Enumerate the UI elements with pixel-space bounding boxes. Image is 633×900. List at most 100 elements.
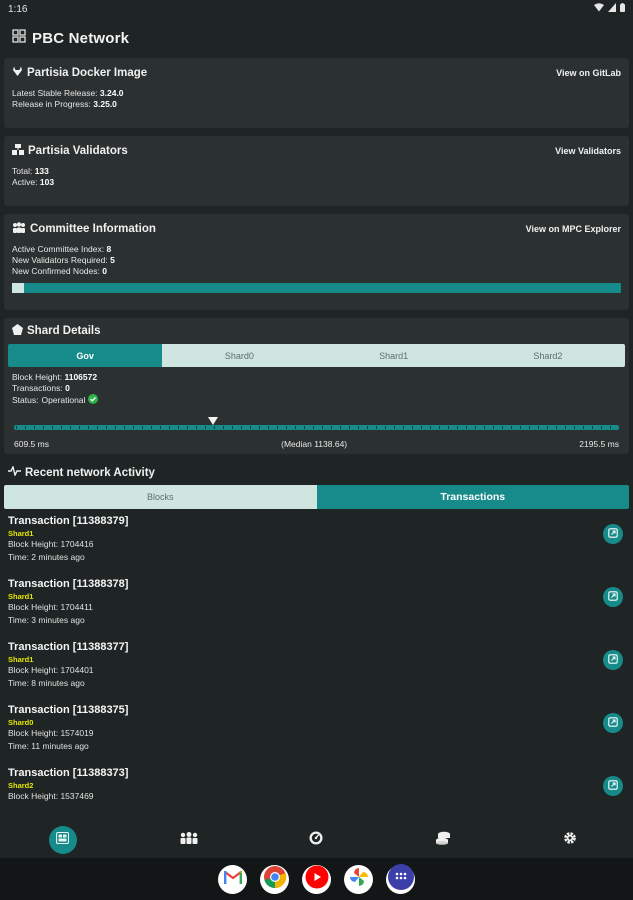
status-time: 1:16 <box>8 3 28 15</box>
slider-median-label: (Median 1138.64) <box>281 439 348 449</box>
active-committee-index: Active Committee Index: 8 <box>12 244 112 254</box>
dashboard-icon <box>12 28 26 48</box>
gitlab-icon <box>12 66 23 80</box>
docker-card: Partisia Docker Image View on GitLab Lat… <box>4 58 629 128</box>
shard-tabs: Gov Shard0 Shard1 Shard2 <box>8 344 625 367</box>
slider-ticks <box>16 426 617 429</box>
view-validators-link[interactable]: View Validators <box>555 146 621 156</box>
open-external-icon <box>608 777 618 795</box>
gmail-app[interactable] <box>218 864 247 894</box>
battery-icon <box>620 3 625 15</box>
validators-total: Total: 133 <box>12 166 49 176</box>
transaction-time: Time: 11 minutes ago <box>8 741 89 751</box>
bottom-navigation <box>0 822 633 858</box>
list-item[interactable]: Transaction [11388373] Shard2 Block Heig… <box>8 761 625 809</box>
transaction-shard: Shard1 <box>8 592 34 601</box>
list-item[interactable]: Transaction [11388375] Shard0 Block Heig… <box>8 698 625 761</box>
gmail-icon <box>223 870 242 889</box>
shard-icon <box>12 324 23 338</box>
system-dock <box>0 858 633 900</box>
speedometer-icon <box>309 831 323 850</box>
tab-shard0[interactable]: Shard0 <box>162 344 317 367</box>
activity-icon <box>8 464 21 479</box>
validators-card-title: Partisia Validators <box>12 144 128 158</box>
transaction-title: Transaction [11388378] <box>8 578 129 590</box>
shard-transactions: Transactions: 0 <box>12 383 70 393</box>
tab-transactions[interactable]: Transactions <box>316 485 629 509</box>
shard-status: Status: Operational <box>12 394 621 407</box>
open-external-button[interactable] <box>603 776 623 796</box>
shard-details-title: Shard Details <box>12 324 621 338</box>
open-external-button[interactable] <box>603 713 623 733</box>
validators-active: Active: 103 <box>12 177 55 187</box>
status-icons <box>594 3 625 15</box>
open-external-icon <box>608 588 618 606</box>
list-item[interactable]: Transaction [11388379] Shard1 Block Heig… <box>8 509 625 572</box>
transaction-block: Block Height: 1537469 <box>8 791 94 801</box>
committee-card-title: Committee Information <box>12 222 156 236</box>
youtube-app[interactable] <box>302 864 331 894</box>
tab-shard2[interactable]: Shard2 <box>470 344 625 367</box>
open-external-icon <box>608 651 618 669</box>
transaction-title: Transaction [11388377] <box>8 641 129 653</box>
list-item[interactable]: Transaction [11388377] Shard1 Block Heig… <box>8 635 625 698</box>
chrome-icon <box>263 865 287 894</box>
youtube-icon <box>305 865 329 894</box>
signal-icon <box>608 3 616 15</box>
transaction-time: Time: 2 minutes ago <box>8 552 85 562</box>
latency-slider[interactable] <box>12 411 621 439</box>
transaction-title: Transaction [11388375] <box>8 704 129 716</box>
dashboard-icon <box>55 831 70 849</box>
transaction-list: Transaction [11388379] Shard1 Block Heig… <box>0 509 633 809</box>
open-external-icon <box>608 714 618 732</box>
app-drawer[interactable] <box>386 863 415 894</box>
open-external-button[interactable] <box>603 587 623 607</box>
committee-progress-bar <box>12 283 621 293</box>
new-confirmed-nodes: New Confirmed Nodes: 0 <box>12 266 107 276</box>
nav-dashboard[interactable] <box>48 826 77 854</box>
check-circle-icon <box>88 394 99 407</box>
slider-labels: 609.5 ms (Median 1138.64) 2195.5 ms <box>12 439 621 449</box>
people-icon <box>179 831 199 849</box>
chrome-app[interactable] <box>260 864 289 894</box>
status-bar: 1:16 <box>0 0 633 18</box>
shard-block-height: Block Height: 1106572 <box>12 372 98 382</box>
transaction-block: Block Height: 1704411 <box>8 602 93 612</box>
transaction-time: Time: 3 minutes ago <box>8 615 85 625</box>
slider-min-label: 609.5 ms <box>14 439 49 449</box>
nav-committee[interactable] <box>174 826 204 854</box>
view-on-gitlab-link[interactable]: View on GitLab <box>556 68 621 78</box>
transaction-shard: Shard0 <box>8 718 34 727</box>
tab-blocks[interactable]: Blocks <box>4 485 317 509</box>
tab-gov[interactable]: Gov <box>8 344 163 367</box>
nav-performance[interactable] <box>301 826 331 854</box>
transaction-title: Transaction [11388373] <box>8 767 129 779</box>
tab-shard1[interactable]: Shard1 <box>316 344 471 367</box>
app-title: PBC Network <box>32 29 130 47</box>
transaction-block: Block Height: 1574019 <box>8 728 94 738</box>
transaction-block: Block Height: 1704416 <box>8 539 94 549</box>
new-validators-required: New Validators Required: 5 <box>12 255 115 265</box>
docker-card-title: Partisia Docker Image <box>12 66 147 80</box>
nav-settings[interactable] <box>555 826 585 854</box>
recent-activity-title: Recent network Activity <box>0 462 633 485</box>
wifi-icon <box>594 3 604 15</box>
transaction-time: Time: 8 minutes ago <box>8 678 85 688</box>
open-external-icon <box>608 525 618 543</box>
transaction-shard: Shard2 <box>8 781 34 790</box>
photos-app[interactable] <box>344 864 373 894</box>
slider-thumb[interactable] <box>207 417 218 425</box>
latest-stable-release: Latest Stable Release: 3.24.0 <box>12 88 124 98</box>
transaction-block: Block Height: 1704401 <box>8 665 94 675</box>
open-external-button[interactable] <box>603 524 623 544</box>
open-external-button[interactable] <box>603 650 623 670</box>
gear-icon <box>563 831 577 850</box>
view-on-mpc-explorer-link[interactable]: View on MPC Explorer <box>526 224 621 234</box>
transaction-shard: Shard1 <box>8 655 34 664</box>
server-icon <box>12 144 24 158</box>
nav-staking[interactable] <box>428 826 458 854</box>
shard-details-card: Shard Details Gov Shard0 Shard1 Shard2 B… <box>4 318 629 454</box>
validators-card: Partisia Validators View Validators Tota… <box>4 136 629 206</box>
list-item[interactable]: Transaction [11388378] Shard1 Block Heig… <box>8 572 625 635</box>
slider-max-label: 2195.5 ms <box>579 439 619 449</box>
